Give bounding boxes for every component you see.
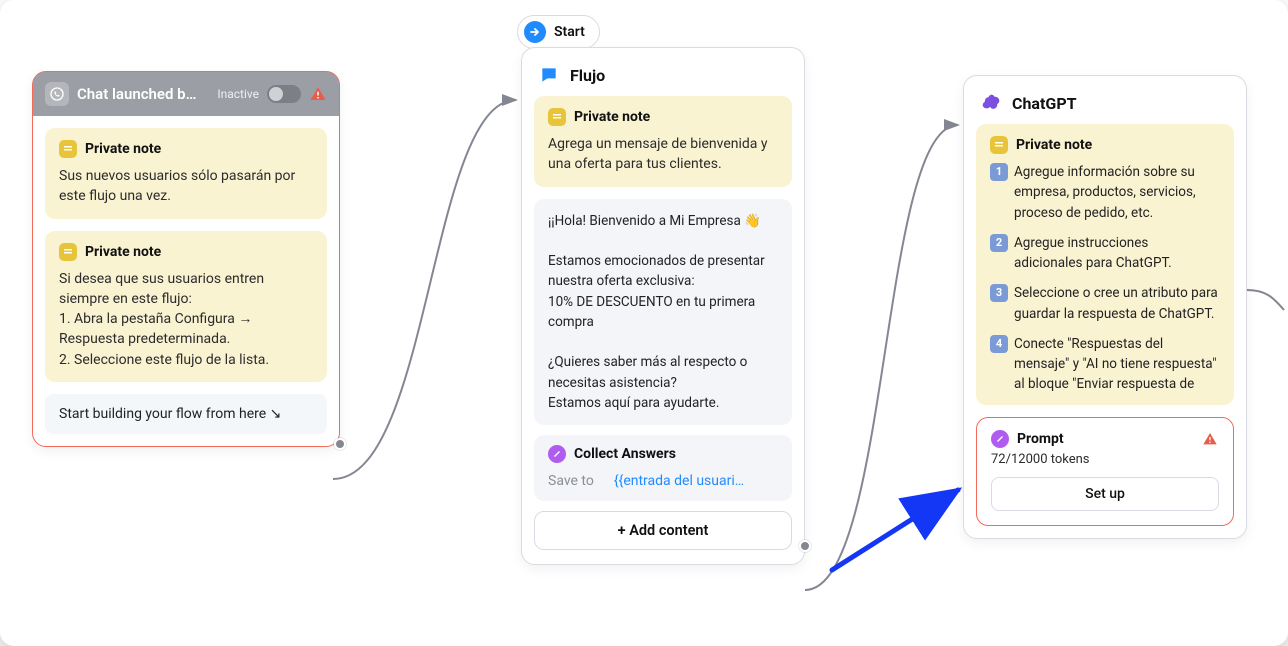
note-body: Agrega un mensaje de bienvenida y una of… <box>548 134 778 175</box>
card-chat-launched[interactable]: Chat launched b… Inactive Private note S… <box>32 71 340 447</box>
start-building-row[interactable]: Start building your flow from here ↘ <box>45 394 327 434</box>
note-body: Si desea que sus usuarios entren siempre… <box>59 269 313 370</box>
step-badge: 2 <box>990 234 1008 252</box>
note-icon <box>59 243 77 261</box>
card-chatgpt[interactable]: ChatGPT Private note 1 Agregue informació… <box>963 75 1247 539</box>
note-title: Private note <box>85 141 161 157</box>
card-header: Flujo <box>534 60 792 96</box>
connection-port[interactable] <box>334 438 346 450</box>
start-arrow-icon <box>524 21 546 43</box>
add-content-label: + Add content <box>618 522 709 539</box>
status-label: Inactive <box>217 87 259 101</box>
chatgpt-icon <box>980 92 1002 114</box>
save-to-value[interactable]: {{entrada del usuari… <box>614 473 744 489</box>
whatsapp-icon <box>45 82 69 106</box>
collect-answers-block[interactable]: Collect Answers Save to {{entrada del us… <box>534 435 792 501</box>
instruction-text: Conecte "Respuestas del mensaje" y "AI n… <box>1014 334 1220 395</box>
note-title: Private note <box>1016 137 1092 153</box>
step-badge: 4 <box>990 335 1008 353</box>
warning-icon <box>1201 430 1219 448</box>
card-title: Flujo <box>570 66 605 85</box>
card-header: ChatGPT <box>976 88 1234 124</box>
active-toggle[interactable] <box>267 85 301 103</box>
card-header: Chat launched b… Inactive <box>33 72 339 116</box>
private-note-block: Private note Si desea que sus usuarios e… <box>45 231 327 382</box>
start-pill[interactable]: Start <box>517 15 600 49</box>
private-note-block: Private note Sus nuevos usuarios sólo pa… <box>45 128 327 219</box>
save-to-label: Save to <box>548 473 594 489</box>
flow-canvas[interactable]: Start Chat launched b… Inactive Private … <box>0 0 1288 646</box>
note-icon <box>548 108 566 126</box>
welcome-message-box[interactable]: ¡¡Hola! Bienvenido a Mi Empresa 👋 Estamo… <box>534 199 792 426</box>
add-content-button[interactable]: + Add content <box>534 511 792 550</box>
connection-port[interactable] <box>799 540 811 552</box>
instruction-text: Agregue instrucciones adicionales para C… <box>1014 233 1220 274</box>
prompt-block[interactable]: Prompt 72/12000 tokens Set up <box>976 417 1234 526</box>
warning-icon <box>309 85 327 103</box>
card-flujo[interactable]: Flujo Private note Agrega un mensaje de … <box>521 47 805 565</box>
card-title: ChatGPT <box>1012 94 1077 113</box>
note-title: Private note <box>574 109 650 125</box>
instruction-text: Agregue información sobre su empresa, pr… <box>1014 162 1220 223</box>
private-note-block: Private note Agrega un mensaje de bienve… <box>534 96 792 187</box>
setup-button[interactable]: Set up <box>991 477 1219 511</box>
step-badge: 3 <box>990 284 1008 302</box>
token-count: 72/12000 tokens <box>991 452 1219 467</box>
prompt-title: Prompt <box>1017 431 1064 447</box>
prompt-icon <box>991 430 1009 448</box>
start-building-label: Start building your flow from here ↘ <box>59 406 281 422</box>
card-title: Chat launched b… <box>77 85 196 103</box>
start-label: Start <box>554 24 585 40</box>
collect-title: Collect Answers <box>574 446 676 462</box>
note-icon <box>59 140 77 158</box>
instruction-list: 1 Agregue información sobre su empresa, p… <box>990 162 1220 395</box>
note-icon <box>990 136 1008 154</box>
private-note-block: Private note 1 Agregue información sobre … <box>976 124 1234 405</box>
note-body: Sus nuevos usuarios sólo pasarán por est… <box>59 166 313 207</box>
chat-bubble-icon <box>538 64 560 86</box>
collect-icon <box>548 445 566 463</box>
step-badge: 1 <box>990 163 1008 181</box>
setup-label: Set up <box>1085 486 1125 502</box>
note-title: Private note <box>85 244 161 260</box>
instruction-text: Seleccione o cree un atributo para guard… <box>1014 283 1220 324</box>
